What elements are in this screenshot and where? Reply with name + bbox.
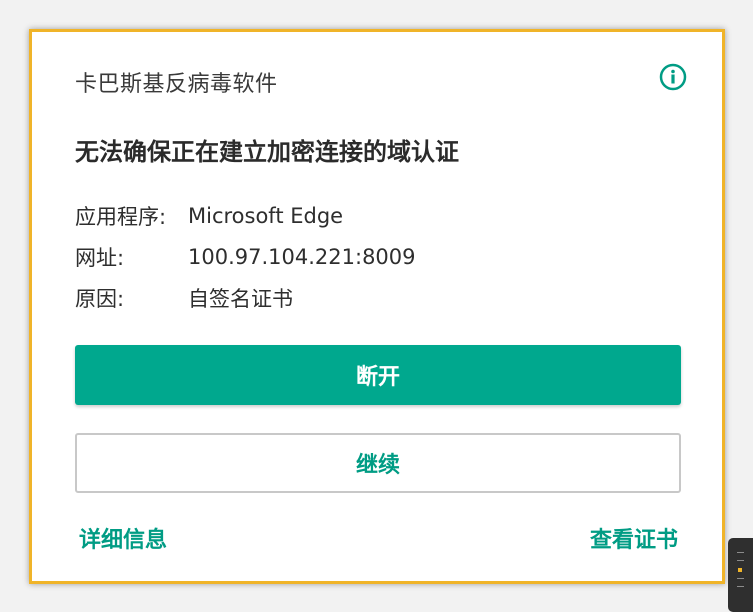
detail-row-url: 网址: 100.97.104.221:8009 bbox=[75, 236, 416, 277]
handle-tick bbox=[737, 586, 744, 587]
detail-row-reason: 原因: 自签名证书 bbox=[75, 277, 416, 318]
view-certificate-link[interactable]: 查看证书 bbox=[590, 522, 678, 554]
reason-value: 自签名证书 bbox=[188, 286, 293, 311]
warning-headline: 无法确保正在建立加密连接的域认证 bbox=[75, 138, 459, 166]
continue-button[interactable]: 继续 bbox=[75, 433, 681, 493]
disconnect-button[interactable]: 断开 bbox=[75, 345, 681, 405]
handle-tick bbox=[737, 552, 744, 553]
detail-row-application: 应用程序: Microsoft Edge bbox=[75, 195, 416, 236]
handle-marker bbox=[738, 568, 742, 572]
url-value: 100.97.104.221:8009 bbox=[188, 244, 416, 269]
app-title: 卡巴斯基反病毒软件 bbox=[75, 72, 278, 97]
url-label: 网址: bbox=[75, 245, 125, 270]
side-handle[interactable] bbox=[728, 538, 753, 612]
handle-tick bbox=[737, 560, 744, 561]
reason-label: 原因: bbox=[75, 286, 125, 311]
handle-tick bbox=[737, 578, 744, 579]
info-icon[interactable] bbox=[658, 62, 688, 92]
application-label: 应用程序: bbox=[75, 204, 167, 229]
screen: 卡巴斯基反病毒软件 无法确保正在建立加密连接的域认证 应用程序: Microso… bbox=[0, 0, 753, 612]
application-value: Microsoft Edge bbox=[188, 203, 344, 228]
warning-dialog: 卡巴斯基反病毒软件 无法确保正在建立加密连接的域认证 应用程序: Microso… bbox=[29, 29, 725, 584]
connection-details: 应用程序: Microsoft Edge 网址: 100.97.104.221:… bbox=[75, 195, 416, 318]
details-link[interactable]: 详细信息 bbox=[79, 522, 167, 554]
